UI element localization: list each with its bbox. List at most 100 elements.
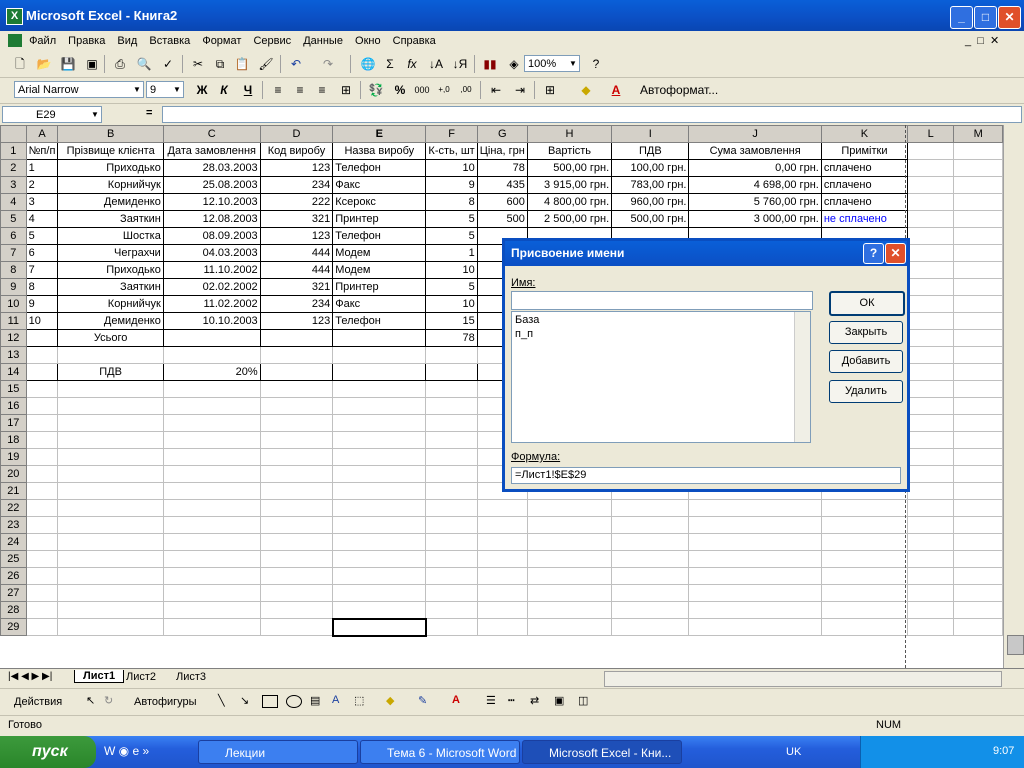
cell[interactable] [820,516,909,534]
cell[interactable] [57,516,164,534]
cell[interactable] [476,550,528,568]
cell[interactable] [25,567,59,585]
cell[interactable] [332,516,427,534]
cell[interactable]: 234 [259,176,334,194]
select-objects-icon[interactable]: ↖ [86,694,95,707]
cell[interactable]: 3 [25,193,59,211]
cell[interactable]: 123 [259,312,334,330]
row-header[interactable]: 6 [0,227,27,245]
task-word[interactable]: Тема 6 - Microsoft Word [360,740,520,764]
cell[interactable] [57,465,164,483]
font-combo[interactable]: Arial Narrow ▼ [14,81,144,98]
cell[interactable]: К-сть, шт [425,142,478,160]
column-header[interactable]: A [25,125,59,143]
list-item[interactable]: п_п [512,328,810,340]
print-icon[interactable]: ⎙ [110,55,130,73]
cell[interactable] [57,431,164,449]
cell[interactable] [425,363,478,381]
cell[interactable]: 500,00 грн. [526,159,613,177]
cell[interactable] [259,567,334,585]
autosum-icon[interactable]: Σ [380,55,400,73]
column-header[interactable]: B [57,125,164,143]
decrease-indent-icon[interactable]: ⇤ [486,81,506,99]
cell[interactable] [476,499,528,517]
cell[interactable] [425,533,478,551]
row-header[interactable]: 13 [0,346,27,364]
task-lectures[interactable]: Лекции [198,740,358,764]
cell[interactable]: 10 [425,159,478,177]
language-indicator[interactable]: UK [786,746,801,758]
cell[interactable] [953,142,1003,160]
cell[interactable]: 444 [259,244,334,262]
help-icon[interactable]: ? [586,55,606,73]
cut-icon[interactable]: ✂ [188,55,208,73]
cell[interactable] [162,584,261,602]
column-header[interactable]: G [476,125,528,143]
cell[interactable]: 5 [425,210,478,228]
cell[interactable] [953,431,1003,449]
row-header[interactable]: 10 [0,295,27,313]
cell[interactable]: 960,00 грн. [611,193,690,211]
cell[interactable] [953,312,1003,330]
row-header[interactable]: 22 [0,499,27,517]
cell[interactable] [953,261,1003,279]
cell[interactable] [953,295,1003,313]
cell[interactable] [332,601,427,619]
cell[interactable] [259,516,334,534]
names-listbox[interactable]: База п_п [511,311,811,443]
start-button[interactable]: пуск [0,736,96,768]
cell[interactable] [907,193,955,211]
row-header[interactable]: 18 [0,431,27,449]
cell[interactable] [688,499,822,517]
cell[interactable]: Модем [332,244,427,262]
cell[interactable]: 28.03.2003 [162,159,261,177]
cell[interactable]: 15 [425,312,478,330]
cell[interactable] [259,431,334,449]
cell[interactable] [57,448,164,466]
cell[interactable]: Код виробу [259,142,334,160]
cell[interactable] [526,516,613,534]
open-icon[interactable]: 📂 [34,55,54,73]
cell[interactable]: Шостка [57,227,164,245]
oval-icon[interactable] [286,695,302,708]
cell[interactable] [907,159,955,177]
copy-icon[interactable]: ⧉ [210,55,230,73]
cell[interactable] [425,397,478,415]
cell[interactable] [57,397,164,415]
row-header[interactable]: 2 [0,159,27,177]
cell[interactable] [907,499,955,517]
cell[interactable] [25,414,59,432]
task-excel[interactable]: Microsoft Excel - Кни... [522,740,682,764]
sort-descending-icon[interactable]: ↓Я [450,55,470,73]
cell[interactable] [57,550,164,568]
cell[interactable] [425,414,478,432]
cell[interactable] [25,346,59,364]
cell[interactable]: 10 [25,312,59,330]
cell[interactable] [259,329,334,347]
name-input[interactable] [511,291,813,310]
cell[interactable] [820,533,909,551]
line-style-icon[interactable]: ☰ [486,694,496,707]
hyperlink-icon[interactable]: 🌐 [358,55,378,73]
cell[interactable] [425,601,478,619]
row-header[interactable]: 1 [0,142,27,160]
cell[interactable]: 2 [25,176,59,194]
cell[interactable]: Усього [57,329,164,347]
cell[interactable]: 12.08.2003 [162,210,261,228]
cell[interactable]: 3 000,00 грн. [688,210,822,228]
cell[interactable]: №п/п [25,142,59,160]
cell[interactable] [57,601,164,619]
cell[interactable] [907,176,955,194]
function-icon[interactable]: fx [402,55,422,73]
cell[interactable] [25,431,59,449]
increase-decimal-icon[interactable]: +,0 [434,81,454,99]
italic-button[interactable]: К [214,81,234,99]
cell[interactable] [332,482,427,500]
cell[interactable] [425,516,478,534]
cell[interactable] [688,584,822,602]
menu-insert[interactable]: Вставка [149,31,190,47]
formula-equals[interactable]: = [146,107,152,119]
cell[interactable] [425,380,478,398]
cell[interactable] [953,516,1003,534]
cell[interactable]: сплачено [820,159,909,177]
